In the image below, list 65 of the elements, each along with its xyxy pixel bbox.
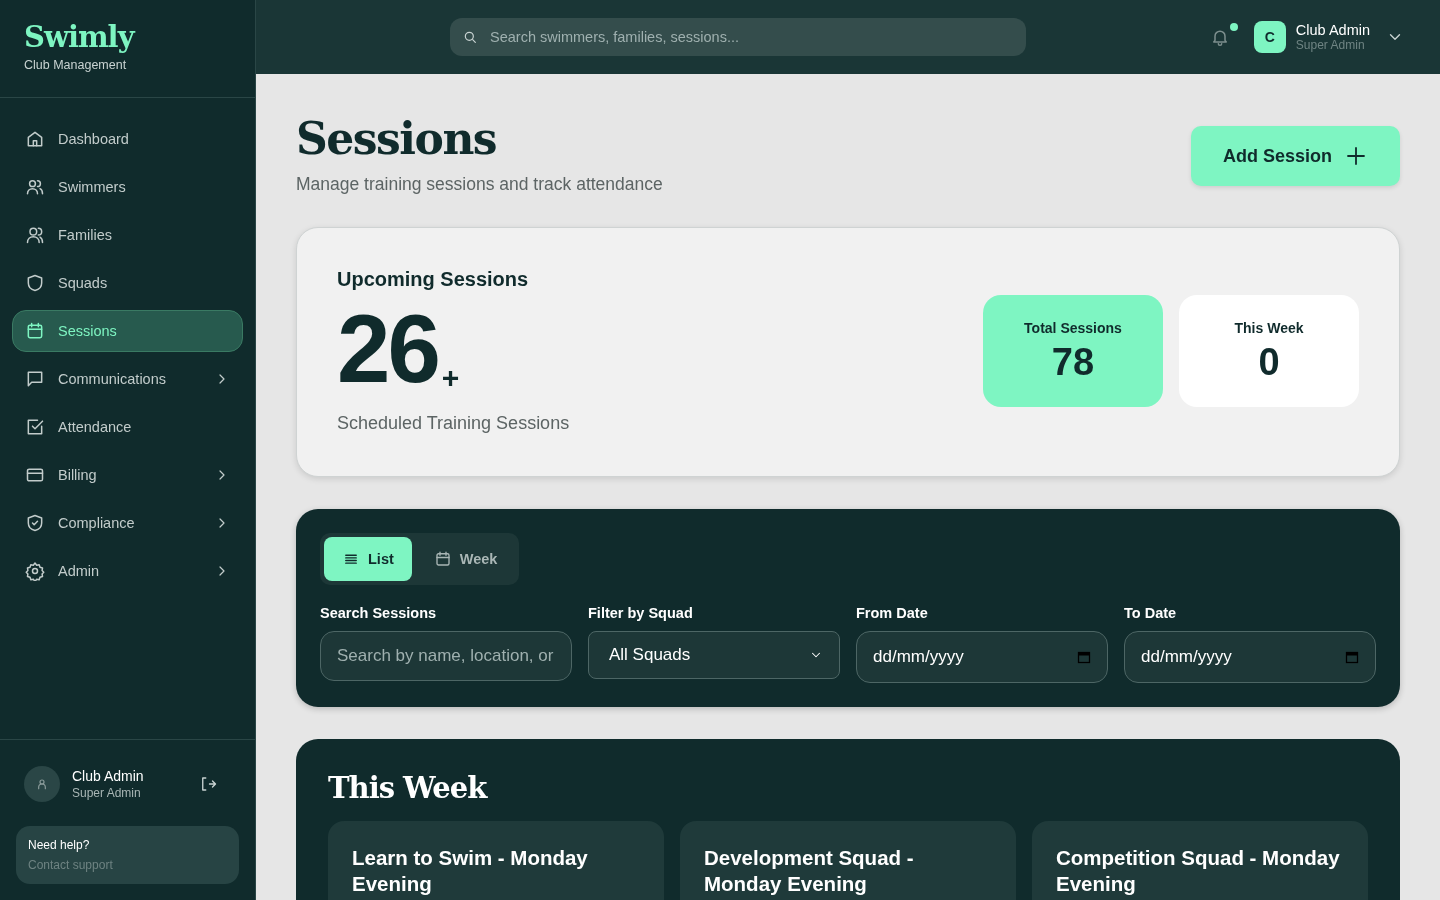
chat-bubble-icon — [25, 369, 45, 389]
search-icon — [462, 29, 478, 45]
search-field[interactable]: Search by name, location, or — [320, 631, 572, 681]
filter-label: Filter by Squad — [588, 605, 694, 621]
calendar-icon — [1077, 650, 1091, 664]
sidebar-item[interactable]: Families — [12, 214, 243, 256]
sidebar-item[interactable]: Dashboard — [12, 118, 243, 160]
settings-icon — [25, 561, 45, 581]
brand-tagline: Club Management — [24, 58, 128, 72]
add-session-button[interactable]: Add Session — [1190, 126, 1400, 186]
page-title: Sessions — [296, 114, 498, 164]
sidebar-item[interactable]: Billing — [12, 454, 243, 496]
sidebar-item[interactable]: Admin — [12, 550, 243, 592]
credit-card-icon — [25, 465, 45, 485]
date-field[interactable]: dd/mm/yyyy — [856, 631, 1108, 683]
logout-icon[interactable] — [199, 775, 217, 793]
session-title: Competition Squad - Monday Evening — [1056, 845, 1341, 897]
sidebar-item[interactable]: Compliance — [12, 502, 243, 544]
sidebar-item[interactable]: Squads — [12, 262, 243, 304]
home-icon — [25, 129, 45, 149]
user-role: Super Admin — [1295, 38, 1366, 52]
stat-label: Total Sessions — [1024, 320, 1122, 336]
sidebar-item[interactable]: Attendance — [12, 406, 243, 448]
user-avatar[interactable]: C — [1253, 21, 1286, 53]
search-field[interactable]: Search swimmers, families, sessions... — [450, 18, 1026, 56]
plus-icon — [1344, 144, 1368, 168]
avatar-icon — [24, 766, 60, 802]
squad-dropdown[interactable]: All Squads — [588, 631, 840, 679]
calendar-icon — [25, 321, 45, 341]
people-icon — [25, 225, 45, 245]
user-name: Club Admin — [1295, 22, 1370, 38]
sidebar-item[interactable]: Sessions — [12, 310, 243, 352]
filter-label: From Date — [856, 605, 929, 621]
session-count: 26 — [337, 305, 438, 393]
session-card[interactable]: Competition Squad - Monday Evening — [1032, 821, 1368, 900]
session-title: Learn to Swim - Monday Evening — [352, 845, 589, 897]
help-card[interactable]: Need help? Contact support — [16, 826, 239, 884]
calendar-icon — [433, 550, 452, 568]
people-icon — [25, 177, 45, 197]
user-role: Super Admin — [72, 786, 142, 800]
brand-logo[interactable]: Swimly — [24, 20, 134, 54]
page-subtitle: Manage training sessions and track attendance — [296, 174, 663, 195]
session-card[interactable]: Learn to Swim - Monday Evening — [328, 821, 664, 900]
sidebar-item[interactable]: Communications — [12, 358, 243, 400]
date-field[interactable]: dd/mm/yyyy — [1124, 631, 1376, 683]
help-title: Need help? — [28, 838, 91, 852]
view-tab[interactable]: List — [324, 537, 412, 581]
filter-label: Search Sessions — [320, 605, 438, 621]
shield-icon — [25, 273, 45, 293]
summary-heading: Upcoming Sessions — [337, 268, 530, 291]
session-card[interactable]: Development Squad - Monday Evening — [680, 821, 1016, 900]
stat-value: 0 — [1258, 342, 1280, 382]
session-title: Development Squad - Monday Evening — [704, 845, 915, 897]
summary-caption: Scheduled Training Sessions — [337, 413, 570, 434]
user-name: Club Admin — [72, 768, 145, 784]
section-title: This Week — [328, 771, 489, 805]
calendar-icon — [1345, 650, 1359, 664]
shield-check-icon — [25, 513, 45, 533]
sidebar-item[interactable]: Swimmers — [12, 166, 243, 208]
view-tab[interactable]: Week — [415, 537, 516, 581]
count-suffix: + — [441, 363, 460, 393]
filter-label: To Date — [1124, 605, 1178, 621]
checkbox-icon — [25, 417, 45, 437]
stat-label: This Week — [1234, 320, 1304, 336]
stat-value: 78 — [1051, 342, 1095, 382]
